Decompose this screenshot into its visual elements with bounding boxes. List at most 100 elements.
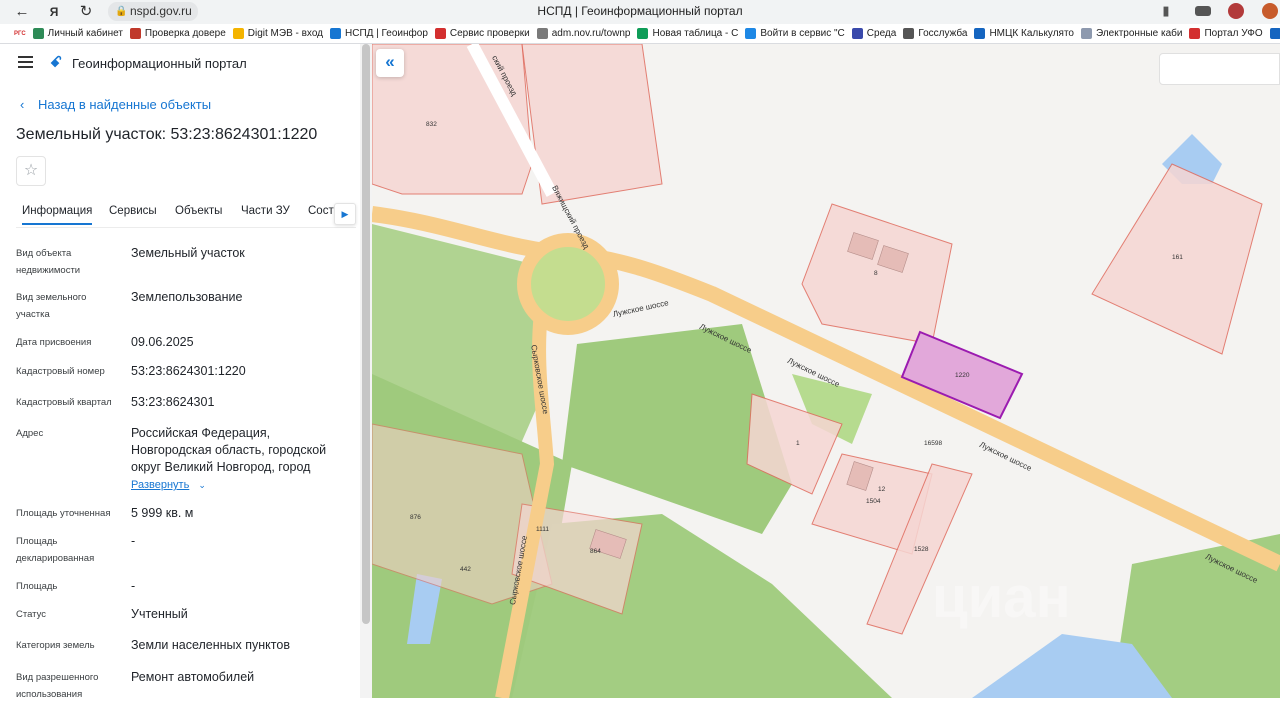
property-value: Российская Федерация, Новгородская облас… (131, 426, 327, 474)
bookmark-favicon-icon (1189, 28, 1201, 39)
favorite-star-button[interactable]: ☆ (16, 156, 46, 186)
bookmark-item[interactable]: НМЦК Калькулято (974, 28, 1074, 39)
cadastral-map[interactable]: 832 161 1220 16598 1504 1528 876 1111 86… (372, 44, 1280, 698)
bookmark-item[interactable]: Портал УФО (1189, 28, 1263, 39)
property-key: Статус (16, 609, 47, 620)
tab-icon[interactable] (1195, 6, 1211, 16)
parcel-label: 832 (426, 121, 437, 128)
property-value: 53:23:8624301:1220 (131, 364, 246, 378)
bookmark-favicon-icon (745, 28, 757, 39)
bookmark-item[interactable]: Пл (1269, 28, 1280, 39)
bookmark-item[interactable]: adm.nov.ru/townp (536, 28, 631, 39)
tab-objects[interactable]: Объекты (175, 205, 222, 217)
bookmark-label: Digit МЭВ - вход (247, 28, 323, 39)
parcel-label: 442 (460, 566, 471, 573)
property-value: 53:23:8624301 (131, 395, 215, 409)
bookmark-item[interactable]: НСПД | Геоинфор (330, 28, 428, 39)
bookmark-label: Электронные каби (1095, 28, 1183, 39)
parcel-label: 8 (874, 270, 878, 277)
parcel-label: 864 (590, 548, 601, 555)
bookmark-label: adm.nov.ru/townp (551, 28, 631, 39)
property-value: Учтенный (131, 607, 188, 621)
bookmark-label: Проверка довере (144, 28, 226, 39)
bookmark-label: НМЦК Калькулято (989, 28, 1074, 39)
collapse-panel-button[interactable]: « (376, 49, 404, 77)
bookmark-item[interactable]: Личный кабинет (32, 28, 123, 39)
menu-icon[interactable] (18, 56, 33, 68)
property-key: Площадь уточненная (16, 508, 111, 519)
bookmark-label: Новая таблица - С (652, 28, 739, 39)
bookmark-item[interactable]: Среда (851, 28, 896, 39)
bookmark-item[interactable]: Новая таблица - С (637, 28, 738, 39)
bookmark-favicon-icon (1269, 28, 1280, 39)
portal-logo-icon: ꗃ (50, 54, 62, 71)
bookmark-favicon-icon (434, 28, 446, 39)
panel-scrollbar[interactable] (360, 44, 372, 698)
expand-label: Развернуть (131, 479, 190, 491)
tab-services[interactable]: Сервисы (109, 205, 157, 217)
chevron-left-icon: ‹ (20, 97, 25, 112)
property-value: - (131, 579, 136, 593)
parcel-label: 1528 (914, 546, 929, 553)
bookmark-label: РГС (14, 30, 26, 37)
property-key: Кадастровый квартал (16, 397, 112, 408)
bookmark-favicon-icon (536, 28, 548, 39)
bookmark-item[interactable]: Госслужба (903, 28, 967, 39)
back-to-results-link[interactable]: ‹ Назад в найденные объекты (20, 97, 211, 112)
chevron-down-icon: ⌄ (198, 480, 206, 490)
parcel-label: 1504 (866, 498, 881, 505)
parcel-label: 12 (878, 486, 886, 493)
tabs-bar: Информация Сервисы Объекты Части ЗУ Сост… (16, 202, 356, 228)
parcel-label: 1111 (536, 526, 550, 533)
bookmark-label: НСПД | Геоинфор (345, 28, 428, 39)
bookmark-favicon-icon (851, 28, 863, 39)
bookmark-favicon-icon (637, 28, 649, 39)
bookmark-favicon-icon (1080, 28, 1092, 39)
bookmark-item[interactable]: Электронные каби (1080, 28, 1183, 39)
property-key: Кадастровый номер (16, 366, 105, 377)
bookmarks-bar: РГС Личный кабинет Проверка довере Digit М… (0, 24, 1280, 44)
map-search-input[interactable] (1159, 53, 1280, 85)
bookmark-favicon-icon (32, 28, 44, 39)
property-value: Земельный участок (131, 246, 245, 260)
parcel-label: 16598 (924, 440, 943, 447)
bookmark-item[interactable]: Digit МЭВ - вход (232, 28, 323, 39)
parcel-label: 1220 (955, 372, 970, 379)
property-key: Дата присвоения (16, 337, 92, 348)
tab-parts[interactable]: Части ЗУ (241, 205, 290, 217)
bookmark-label: Портал УФО (1204, 28, 1263, 39)
parcel-label: 161 (1172, 254, 1183, 261)
back-link-label: Назад в найденные объекты (37, 97, 212, 112)
tab-information[interactable]: Информация (22, 205, 93, 225)
extension-icon[interactable] (1262, 3, 1278, 19)
bookmark-icon[interactable]: ▮ (1158, 3, 1174, 19)
bookmark-favicon-icon (232, 28, 244, 39)
property-value: Ремонт автомобилей (131, 670, 255, 684)
bookmark-item[interactable]: РГС (14, 31, 26, 37)
bookmark-favicon-icon (903, 28, 915, 39)
property-value: Земли населенных пунктов (131, 638, 290, 652)
tabs-scroll-right-icon[interactable]: ▶ (334, 203, 356, 225)
property-key: Площадь декларированная (16, 536, 95, 564)
app-title: Геоинформационный портал (72, 56, 247, 71)
bookmark-item[interactable]: Проверка довере (129, 28, 226, 39)
expand-address-link[interactable]: Развернуть ⌄ (131, 479, 206, 491)
bookmark-label: Войти в сервис "С (760, 28, 845, 39)
parcel-label: 876 (410, 514, 421, 521)
property-key: Категория земель (16, 640, 95, 651)
property-value: 5 999 кв. м (131, 506, 194, 520)
property-key: Адрес (16, 428, 44, 439)
watermark-text: циан (932, 565, 1071, 630)
bookmark-label: Госслужба (918, 28, 968, 39)
bookmark-item[interactable]: Сервис проверки (434, 28, 530, 39)
bookmark-favicon-icon (129, 28, 141, 39)
extension-icon[interactable] (1228, 3, 1244, 19)
object-title: Земельный участок: 53:23:8624301:1220 (16, 126, 318, 143)
bookmark-favicon-icon (974, 28, 986, 39)
bookmark-item[interactable]: Войти в сервис "С (745, 28, 845, 39)
tabs-divider (16, 227, 356, 228)
browser-titlebar: ← Я ↻ 🔒 nspd.gov.ru НСПД | Геоинформацио… (0, 0, 1280, 24)
property-key: Вид земельного участка (16, 292, 87, 320)
bookmark-favicon-icon (330, 28, 341, 39)
info-panel: ꗃ Геоинформационный портал ‹ Назад в най… (0, 44, 372, 700)
